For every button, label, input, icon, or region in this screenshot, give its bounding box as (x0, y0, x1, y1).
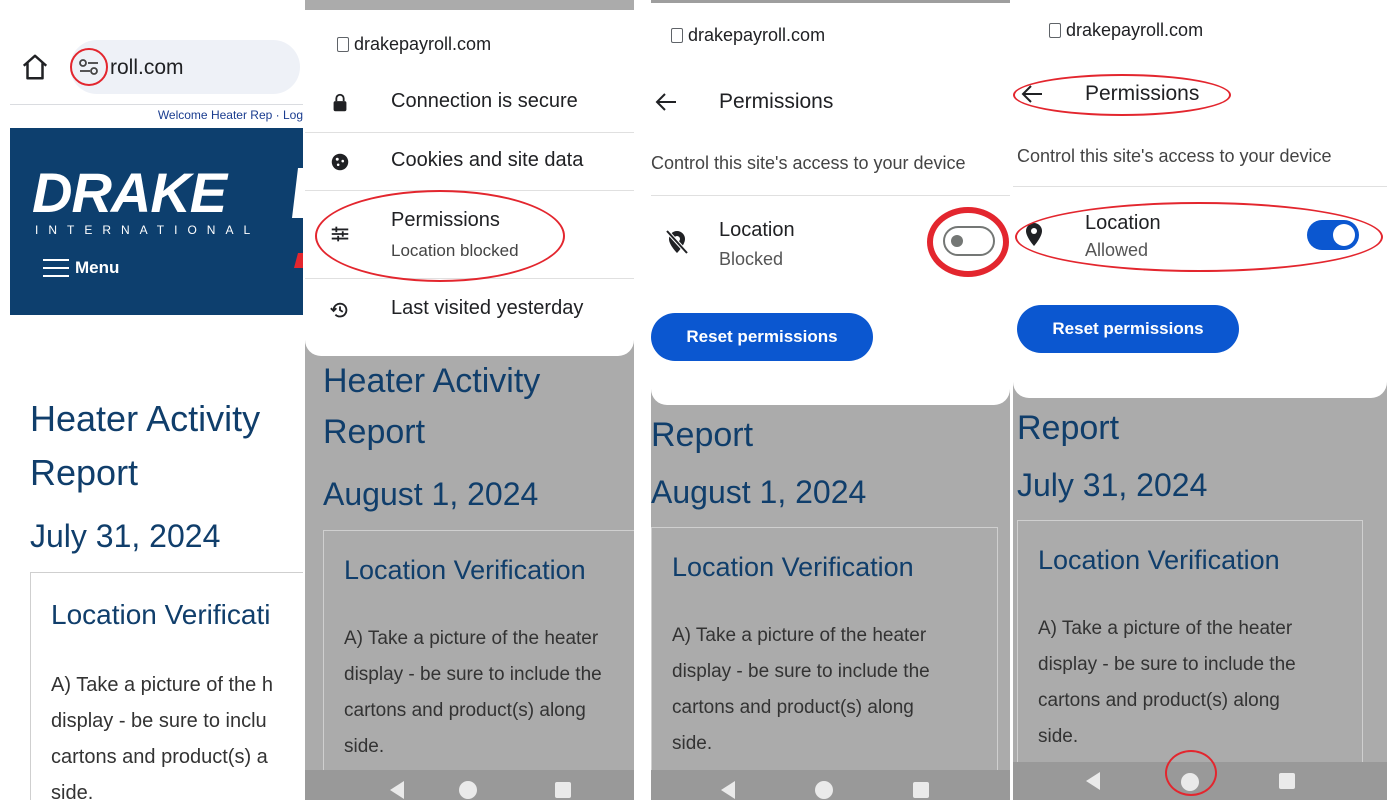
card-instructions: A) Take a picture of the heater display … (1038, 618, 1296, 747)
menu-item-connection[interactable]: Connection is secure (305, 74, 634, 132)
logo-subtext: INTERNATIONAL (35, 223, 261, 237)
home-icon[interactable] (20, 52, 50, 82)
location-status: Blocked (719, 249, 784, 269)
page-title: Heater Activity Report (30, 392, 260, 500)
permissions-description: Control this site's access to your devic… (651, 153, 966, 173)
site-url-row: drakepayroll.com (1049, 20, 1203, 41)
annotation-circle (315, 190, 565, 282)
menu-item-cookies[interactable]: Cookies and site data (305, 132, 634, 190)
site-url: drakepayroll.com (688, 25, 826, 45)
report-date: July 31, 2024 (1017, 467, 1208, 503)
permissions-description: Control this site's access to your devic… (1017, 146, 1332, 166)
nav-back-icon[interactable] (390, 781, 404, 799)
location-verification-card: Location Verification A) Take a picture … (651, 527, 998, 800)
page-title-line2: Report (30, 452, 139, 493)
lock-icon (333, 93, 347, 112)
annotation-circle (927, 207, 1009, 277)
menu-button[interactable]: Menu (43, 258, 119, 278)
menu-item-label: Connection is secure (391, 90, 578, 112)
site-info-sheet: drakepayroll.com Connection is secure Co… (305, 10, 634, 356)
logo-mark-icon (292, 168, 303, 268)
nav-recents-icon[interactable] (555, 782, 571, 798)
page-title: Report (651, 416, 754, 454)
card-title: Location Verification (1038, 545, 1280, 575)
permissions-sheet: drakepayroll.com Permissions Control thi… (1013, 0, 1387, 398)
history-icon (330, 302, 348, 318)
reset-permissions-button[interactable]: Reset permissions (1017, 305, 1239, 353)
location-verification-card: Location Verification A) Take a picture … (323, 530, 634, 800)
system-nav-bar (305, 770, 634, 800)
nav-recents-icon[interactable] (1279, 773, 1295, 789)
site-url: drakepayroll.com (354, 34, 492, 54)
annotation-circle (1015, 202, 1383, 272)
card-title: Location Verification (672, 552, 914, 582)
location-off-icon (665, 229, 689, 255)
page-icon (671, 28, 683, 43)
divider (651, 195, 1010, 196)
nav-recents-icon[interactable] (913, 782, 929, 798)
annotation-circle (1013, 74, 1231, 116)
report-date: July 31, 2024 (30, 518, 221, 554)
panel-site-info-menu: drakepayroll.com Connection is secure Co… (305, 0, 634, 800)
page-title-line1: Heater Activity (30, 398, 261, 439)
card-instructions: A) Take a picture of the heater display … (344, 628, 602, 757)
menu-item-label: Last visited yesterday (391, 297, 584, 319)
menu-label: Menu (75, 258, 120, 277)
card-title: Location Verification (344, 555, 586, 585)
panel-page-view: roll.com Welcome Heater Rep · Log DRAKE … (0, 0, 303, 800)
panel-permissions-allowed: drakepayroll.com Permissions Control thi… (1013, 0, 1387, 800)
welcome-text[interactable]: Welcome Heater Rep · Log (158, 108, 303, 122)
card-title: Location Verificati (51, 599, 271, 630)
card-instructions: A) Take a picture of the h display - be … (51, 674, 273, 800)
nav-home-icon[interactable] (815, 781, 833, 799)
menu-item-label: Cookies and site data (391, 149, 584, 171)
page-icon (1049, 23, 1061, 38)
page-title: Report (1017, 409, 1120, 447)
welcome-bar: Welcome Heater Rep · Log (10, 104, 303, 122)
panel-permissions-blocked: drakepayroll.com Permissions Control thi… (651, 0, 1010, 800)
annotation-circle (1165, 750, 1217, 796)
address-text: roll.com (110, 56, 184, 79)
page-icon (337, 37, 349, 52)
permissions-sheet: drakepayroll.com Permissions Control thi… (651, 0, 1010, 405)
report-date: August 1, 2024 (651, 474, 867, 510)
status-bar (305, 0, 634, 10)
logo-text: DRAKE (32, 161, 227, 224)
divider (634, 0, 651, 800)
site-banner: DRAKE INTERNATIONAL Menu (10, 128, 303, 315)
report-date: August 1, 2024 (323, 476, 539, 512)
page-title: Heater Activity Report (323, 362, 541, 451)
divider (1013, 186, 1387, 187)
nav-home-icon[interactable] (459, 781, 477, 799)
site-settings-button[interactable] (70, 48, 108, 86)
system-nav-bar (651, 770, 1010, 800)
menu-item-history[interactable]: Last visited yesterday (305, 278, 634, 338)
card-instructions: A) Take a picture of the heater display … (672, 625, 930, 754)
site-url-row: drakepayroll.com (671, 25, 825, 46)
hamburger-icon (43, 259, 69, 277)
back-arrow-icon[interactable] (655, 93, 677, 111)
permissions-header: Permissions (719, 90, 834, 113)
location-verification-card: Location Verificati A) Take a picture of… (30, 572, 303, 800)
nav-back-icon[interactable] (1086, 772, 1100, 790)
location-label: Location (719, 219, 795, 241)
site-url-row: drakepayroll.com (337, 34, 491, 55)
reset-permissions-button[interactable]: Reset permissions (651, 313, 873, 361)
site-url: drakepayroll.com (1066, 20, 1204, 40)
system-nav-bar (1013, 750, 1387, 800)
nav-back-icon[interactable] (721, 781, 735, 799)
cookie-icon (331, 153, 349, 171)
tune-icon (79, 59, 98, 75)
